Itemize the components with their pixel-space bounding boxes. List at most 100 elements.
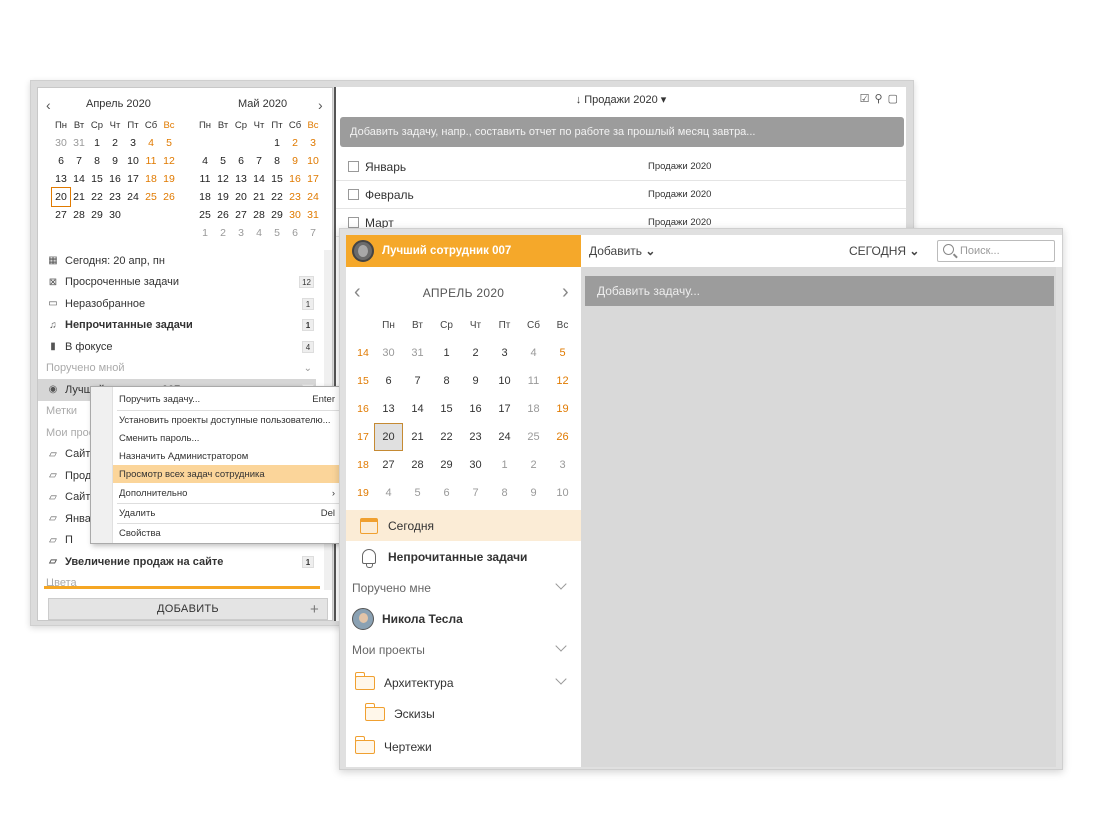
calendar-day[interactable]: 2 [286,134,304,152]
calendar-day[interactable]: 1 [196,224,214,242]
calendar-day[interactable]: 8 [268,152,286,170]
sidebar-item-unread[interactable]: Непрочитанные задачи [346,541,581,572]
overdue-item[interactable]: ⊠ Просроченные задачи 12 [46,272,316,294]
calendar-day[interactable]: 1 [88,134,106,152]
calendar-day[interactable]: 30 [52,134,70,152]
calendar-day[interactable]: 23 [461,423,490,451]
calendar-day[interactable]: 19 [548,395,577,423]
today-item[interactable]: ▦ Сегодня: 20 апр, пн [46,250,316,272]
calendar-day[interactable]: 30 [286,206,304,224]
calendar-day[interactable]: 11 [519,367,548,395]
sidebar-item-today[interactable]: Сегодня [346,510,581,541]
calendar-day[interactable]: 15 [268,170,286,188]
menu-item-change-password[interactable]: Сменить пароль... [113,429,343,447]
calendar-day[interactable]: 5 [160,134,178,152]
calendar-day[interactable]: 3 [304,134,322,152]
calendar-day[interactable]: 26 [214,206,232,224]
task-checkbox[interactable] [348,161,359,172]
calendar-day[interactable]: 28 [70,206,88,224]
calendar-day[interactable]: 14 [70,170,88,188]
calendar-day[interactable]: 22 [432,423,461,451]
sidebar-item-sketches[interactable]: Эскизы [346,698,581,729]
calendar-day[interactable]: 10 [490,367,519,395]
add-task-input[interactable]: Добавить задачу, напр., составить отчет … [340,117,904,147]
calendar-day[interactable]: 9 [519,479,548,507]
calendar-day[interactable]: 1 [432,339,461,367]
calendar-day[interactable]: 7 [461,479,490,507]
assigned-by-me-section[interactable]: Поручено мной ⌄ [46,358,316,380]
calendar-day[interactable]: 5 [268,224,286,242]
calendar-day[interactable]: 22 [268,188,286,206]
calendar-day[interactable]: 24 [304,188,322,206]
calendar-day[interactable]: 6 [286,224,304,242]
menu-item-view-all-tasks[interactable]: Просмотр всех задач сотрудника [113,465,343,483]
calendar-day[interactable]: 4 [519,339,548,367]
calendar-day[interactable]: 30 [374,339,403,367]
calendar-day[interactable]: 15 [88,170,106,188]
today-dropdown[interactable]: СЕГОДНЯ ⌄ [849,244,919,258]
calendar-day[interactable]: 12 [548,367,577,395]
calendar-day[interactable]: 5 [548,339,577,367]
calendar-day[interactable]: 21 [250,188,268,206]
calendar-day[interactable]: 29 [268,206,286,224]
calendar-day[interactable]: 10 [304,152,322,170]
calendar-day[interactable]: 13 [52,170,70,188]
calendar-day[interactable]: 22 [88,188,106,206]
calendar-day[interactable]: 7 [403,367,432,395]
add-task-input[interactable]: Добавить задачу... [585,276,1054,306]
prev-month-arrow[interactable]: ‹ [46,97,51,113]
calendar-day[interactable]: 23 [286,188,304,206]
calendar-day[interactable]: 16 [461,395,490,423]
calendar-day[interactable]: 6 [374,367,403,395]
calendar-day[interactable]: 3 [548,451,577,479]
calendar-day[interactable]: 18 [142,170,160,188]
calendar-day[interactable]: 26 [160,188,178,206]
calendar-day[interactable]: 4 [196,152,214,170]
focus-item[interactable]: ▮ В фокусе 4 [46,336,316,358]
calendar-day[interactable]: 13 [374,395,403,423]
calendar-day[interactable]: 5 [403,479,432,507]
add-dropdown[interactable]: Добавить ⌄ [589,244,655,258]
task-checkbox[interactable] [348,189,359,200]
calendar-day[interactable]: 28 [250,206,268,224]
next-month-arrow[interactable]: › [318,97,323,113]
calendar-day[interactable]: 25 [196,206,214,224]
calendar-day[interactable]: 14 [250,170,268,188]
calendar-day[interactable]: 6 [432,479,461,507]
calendar-day[interactable]: 2 [214,224,232,242]
menu-item-assign-task[interactable]: Поручить задачу... Enter [113,390,343,408]
section-my-projects[interactable]: Мои проекты [346,634,581,665]
unsorted-item[interactable]: ▭ Неразобранное 1 [46,293,316,315]
calendar-day[interactable]: 10 [548,479,577,507]
calendar-day[interactable]: 4 [250,224,268,242]
task-checkbox[interactable] [348,217,359,228]
calendar-day[interactable]: 9 [286,152,304,170]
calendar-day[interactable]: 8 [88,152,106,170]
add-button[interactable]: ДОБАВИТЬ + [48,598,328,620]
calendar-day[interactable]: 24 [490,423,519,451]
calendar-day[interactable]: 13 [232,170,250,188]
calendar-day[interactable]: 25 [519,423,548,451]
calendar-day[interactable]: 7 [250,152,268,170]
unread-item[interactable]: ♫ Непрочитанные задачи 1 [46,315,316,337]
calendar-day[interactable]: 26 [548,423,577,451]
calendar-day[interactable]: 30 [461,451,490,479]
colors-section[interactable]: Цвета [46,573,316,595]
calendar-day[interactable]: 5 [214,152,232,170]
calendar-icon[interactable]: ▢ [888,92,898,105]
menu-item-properties[interactable]: Свойства [113,524,343,542]
sidebar-item-person[interactable]: Никола Тесла [346,603,581,634]
menu-item-make-admin[interactable]: Назначить Администратором [113,447,343,465]
sidebar-item-drawings[interactable]: Чертежи [346,731,581,762]
calendar-day[interactable]: 17 [124,170,142,188]
calendar-day[interactable]: 31 [70,134,88,152]
search-icon[interactable]: ⚲ [875,92,883,105]
calendar-day[interactable]: 31 [403,339,432,367]
calendar-day[interactable]: 20 [51,187,71,207]
calendar-day[interactable]: 17 [490,395,519,423]
section-assigned-to-me[interactable]: Поручено мне [346,572,581,603]
calendar-day[interactable]: 20 [374,423,403,451]
calendar-day[interactable]: 8 [432,367,461,395]
calendar-day[interactable]: 27 [52,206,70,224]
calendar-day[interactable]: 1 [268,134,286,152]
